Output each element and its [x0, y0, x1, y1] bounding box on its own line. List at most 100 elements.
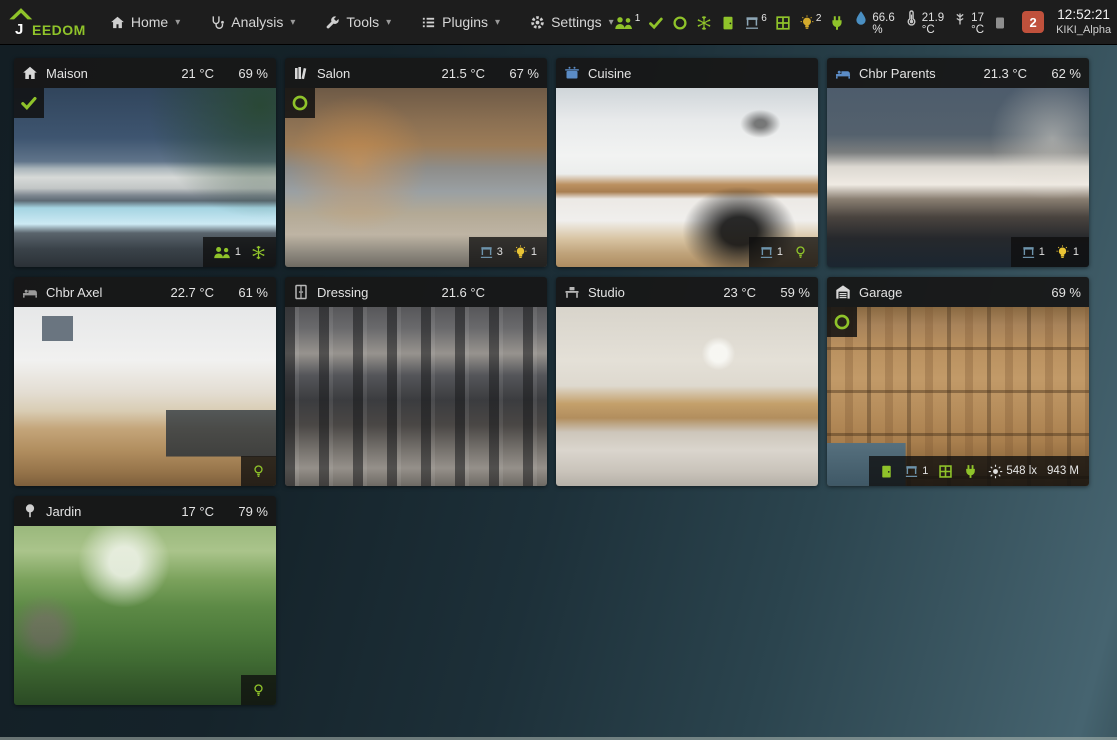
room-card-salon[interactable]: Salon21.5 °C67 %31: [285, 58, 547, 267]
grid-badge[interactable]: [938, 464, 953, 479]
shutter-badge[interactable]: 1: [759, 245, 783, 260]
room-card-header: Studio23 °C59 %: [556, 277, 818, 307]
room-name: Maison: [46, 66, 162, 81]
status-count: 2: [816, 13, 822, 24]
ring-icon: [833, 313, 851, 331]
ring-badge[interactable]: [827, 307, 857, 337]
room-card-chbr-axel[interactable]: Chbr Axel22.7 °C61 %: [14, 277, 276, 486]
check-status[interactable]: [648, 13, 664, 31]
room-card-cuisine[interactable]: Cuisine 1: [556, 58, 818, 267]
badge-count: 1: [235, 246, 241, 258]
thermometer-icon: [903, 10, 919, 26]
jeedom-logo[interactable]: J EEDOM: [8, 6, 86, 38]
bed-icon: [22, 284, 38, 300]
room-photo: 1: [556, 88, 818, 267]
bulb-off-badge[interactable]: [251, 464, 266, 479]
room-card-header: Chbr Parents21.3 °C62 %: [827, 58, 1089, 88]
room-card-maison[interactable]: Maison21 °C69 %1: [14, 58, 276, 267]
tree-icon: [22, 503, 38, 519]
check-badge[interactable]: [14, 88, 44, 118]
wrench-icon: [325, 15, 340, 30]
room-name: Studio: [588, 285, 704, 300]
house-icon: [110, 15, 125, 30]
bulb-on-status[interactable]: 2: [799, 13, 822, 31]
ring-icon: [672, 15, 688, 31]
bulb-on-icon: [799, 15, 815, 31]
room-card-chbr-parents[interactable]: Chbr Parents21.3 °C62 % 11: [827, 58, 1089, 267]
bulb-on-badge[interactable]: 1: [1055, 245, 1079, 260]
room-humidity: 61 %: [224, 285, 268, 300]
plug-status[interactable]: [829, 13, 845, 31]
shutter-closed-status[interactable]: [992, 13, 1008, 31]
door-status[interactable]: [720, 13, 736, 31]
shutter-icon: [479, 245, 494, 260]
room-card-garage[interactable]: Garage69 %1548 lx943 M: [827, 277, 1089, 486]
bulb-off-icon: [251, 683, 266, 698]
status-summary: 1 6 2 66.6 % 21.9 °C 17 °C: [614, 8, 1008, 36]
badge-count: 3: [497, 246, 503, 258]
shutter-badge[interactable]: 3: [479, 245, 503, 260]
menu-home[interactable]: Home▾: [110, 14, 180, 30]
menu-label: Settings: [551, 14, 602, 30]
clock-time: 12:52:21: [1056, 7, 1111, 24]
bulb-off-badge[interactable]: [251, 683, 266, 698]
menu-label: Analysis: [231, 14, 283, 30]
menu-tools[interactable]: Tools▾: [325, 14, 391, 30]
badge-label: 943 M: [1047, 465, 1079, 477]
sun-icon: [988, 464, 1003, 479]
value-badge[interactable]: 943 M: [1047, 465, 1079, 477]
snowflake-badge[interactable]: [251, 245, 266, 260]
desk-icon: [564, 284, 580, 300]
menu-settings[interactable]: Settings▾: [530, 14, 614, 30]
books-icon: [293, 65, 309, 81]
room-photo: 1 548 lx 943 M: [827, 307, 1089, 486]
shutter-status[interactable]: 6: [744, 13, 767, 31]
bulb-on-icon: [513, 245, 528, 260]
room-temperature: 21.3 °C: [975, 66, 1027, 81]
drop-status[interactable]: 66.6 %: [853, 8, 894, 36]
outdoor-status[interactable]: 17 °C: [952, 8, 984, 36]
clock-user-block[interactable]: 12:52:21 KIKI_Alpha: [1056, 7, 1111, 38]
menu-plugins[interactable]: Plugins▾: [421, 14, 500, 30]
grid-status[interactable]: [775, 13, 791, 31]
room-card-dressing[interactable]: Dressing21.6 °C: [285, 277, 547, 486]
room-card-header: Chbr Axel22.7 °C61 %: [14, 277, 276, 307]
check-icon: [20, 94, 38, 112]
room-card-header: Jardin17 °C79 %: [14, 496, 276, 526]
rooms-grid: Maison21 °C69 %1Salon21.5 °C67 %31Cuisin…: [14, 58, 1089, 705]
room-card-studio[interactable]: Studio23 °C59 %: [556, 277, 818, 486]
shutter-icon: [1021, 245, 1036, 260]
user-name: KIKI_Alpha: [1056, 24, 1111, 38]
plug-badge[interactable]: [963, 464, 978, 479]
room-card-header: Cuisine: [556, 58, 818, 88]
bulb-on-badge[interactable]: 1: [513, 245, 537, 260]
status-value: 66.6 %: [872, 12, 894, 36]
shutter-badge[interactable]: 1: [904, 464, 928, 479]
ring-badge[interactable]: [285, 88, 315, 118]
bulb-off-badge[interactable]: [793, 245, 808, 260]
room-name: Jardin: [46, 504, 162, 519]
room-card-jardin[interactable]: Jardin17 °C79 %: [14, 496, 276, 705]
room-name: Dressing: [317, 285, 433, 300]
snowflake-status[interactable]: [696, 13, 712, 31]
garage-icon: [835, 284, 851, 300]
room-photo: [14, 307, 276, 486]
people-status[interactable]: 1: [614, 13, 641, 31]
shutter-badge[interactable]: 1: [1021, 245, 1045, 260]
badge-count: 1: [777, 246, 783, 258]
badge-count: 1: [1039, 246, 1045, 258]
menu-label: Tools: [346, 14, 379, 30]
room-humidity: 67 %: [495, 66, 539, 81]
alert-count-badge[interactable]: 2: [1022, 11, 1044, 33]
door-badge[interactable]: [879, 464, 894, 479]
ring-status[interactable]: [672, 13, 688, 31]
room-name: Chbr Parents: [859, 66, 975, 81]
menu-analysis[interactable]: Analysis▾: [210, 14, 295, 30]
room-photo: 1: [14, 88, 276, 267]
sun-badge[interactable]: 548 lx: [988, 464, 1037, 479]
grid-icon: [938, 464, 953, 479]
room-photo: [285, 307, 547, 486]
wardrobe-icon: [293, 284, 309, 300]
thermometer-status[interactable]: 21.9 °C: [903, 8, 944, 36]
people-badge[interactable]: 1: [213, 245, 241, 260]
